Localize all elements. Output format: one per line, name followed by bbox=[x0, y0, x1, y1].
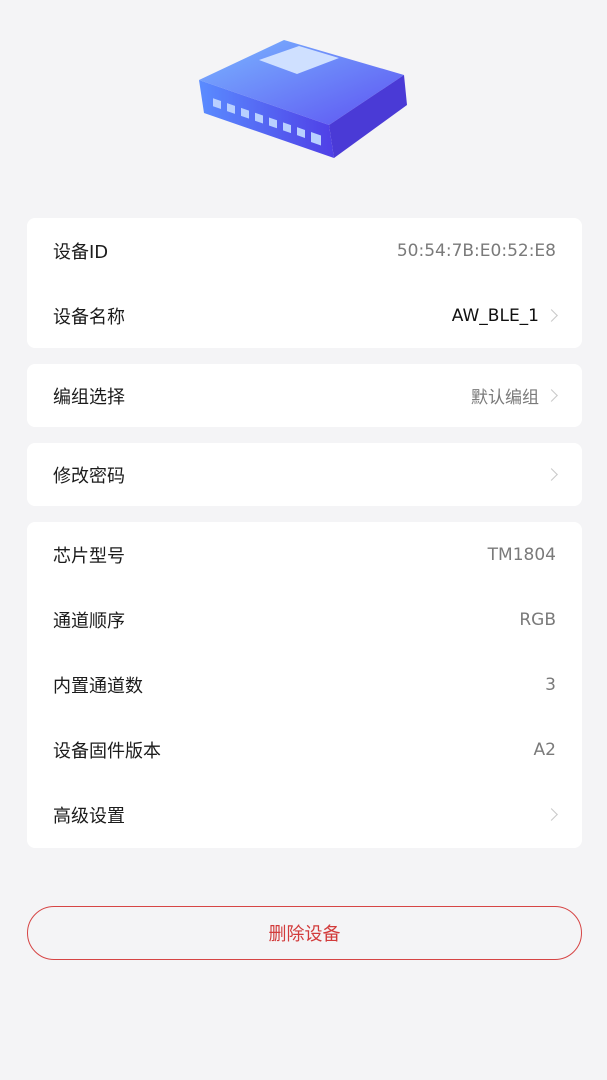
group-value: 默认编组 bbox=[471, 388, 539, 408]
device-illustration bbox=[0, 0, 607, 200]
advanced-settings-label: 高级设置 bbox=[53, 805, 125, 827]
chevron-right-icon bbox=[545, 808, 558, 821]
group-value-wrap: 默认编组 bbox=[471, 383, 558, 408]
password-card[interactable]: 修改密码 bbox=[27, 443, 582, 506]
firmware-value: A2 bbox=[533, 739, 556, 760]
device-name-value-wrap: AW_BLE_1 bbox=[451, 305, 558, 326]
chevron-right-icon bbox=[545, 309, 558, 322]
change-password-label: 修改密码 bbox=[53, 465, 125, 487]
channel-order-label: 通道顺序 bbox=[53, 610, 125, 632]
device-id-value: 50:54:7B:E0:52:E8 bbox=[396, 240, 556, 261]
builtin-channels-row: 内置通道数 3 bbox=[27, 652, 582, 717]
group-card[interactable]: 编组选择 默认编组 bbox=[27, 364, 582, 427]
advanced-settings-row[interactable]: 高级设置 bbox=[27, 782, 582, 847]
delete-device-button[interactable]: 删除设备 bbox=[27, 906, 582, 960]
builtin-channels-value: 3 bbox=[545, 674, 556, 695]
change-password-chevron-wrap bbox=[539, 468, 558, 481]
firmware-label: 设备固件版本 bbox=[53, 740, 161, 762]
chip-value: TM1804 bbox=[487, 544, 556, 565]
chevron-right-icon bbox=[545, 468, 558, 481]
device-name-value: AW_BLE_1 bbox=[451, 305, 539, 326]
specs-card: 芯片型号 TM1804 通道顺序 RGB 内置通道数 3 设备固件版本 A2 高… bbox=[27, 522, 582, 848]
group-row[interactable]: 编组选择 默认编组 bbox=[27, 364, 582, 427]
device-name-label: 设备名称 bbox=[53, 306, 125, 328]
advanced-settings-chevron-wrap bbox=[539, 808, 558, 821]
channel-order-value: RGB bbox=[519, 609, 556, 630]
delete-device-label: 删除设备 bbox=[268, 924, 341, 945]
device-id-row: 设备ID 50:54:7B:E0:52:E8 bbox=[27, 218, 582, 283]
chip-row: 芯片型号 TM1804 bbox=[27, 522, 582, 587]
change-password-row[interactable]: 修改密码 bbox=[27, 443, 582, 506]
device-name-row[interactable]: 设备名称 AW_BLE_1 bbox=[27, 283, 582, 348]
controller-device-icon bbox=[198, 40, 407, 158]
chevron-right-icon bbox=[545, 389, 558, 402]
chip-label: 芯片型号 bbox=[53, 545, 125, 567]
builtin-channels-label: 内置通道数 bbox=[53, 675, 143, 697]
firmware-row: 设备固件版本 A2 bbox=[27, 717, 582, 782]
device-info-card: 设备ID 50:54:7B:E0:52:E8 设备名称 AW_BLE_1 bbox=[27, 218, 582, 348]
channel-order-row: 通道顺序 RGB bbox=[27, 587, 582, 652]
group-label: 编组选择 bbox=[53, 386, 125, 408]
device-id-label: 设备ID bbox=[53, 241, 109, 263]
